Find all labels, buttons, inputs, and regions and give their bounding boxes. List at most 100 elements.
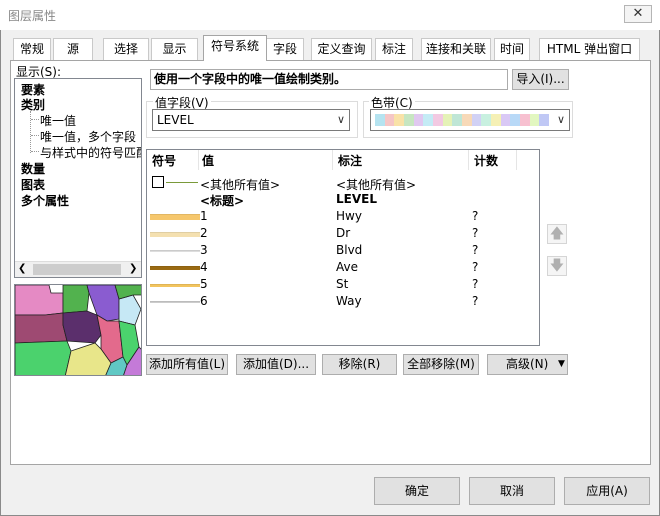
- renderer-description: 使用一个字段中的唯一值绘制类别。: [150, 69, 508, 90]
- column-header-symbol[interactable]: 符号: [152, 152, 176, 169]
- tab-html-popup[interactable]: HTML 弹出窗口: [539, 38, 640, 60]
- tab-time[interactable]: 时间: [494, 38, 530, 60]
- row-label[interactable]: Blvd: [336, 243, 362, 257]
- tree-connector: [31, 151, 39, 152]
- color-ramp-swatch: [375, 114, 550, 126]
- color-ramp-swatch-cell: [375, 114, 385, 126]
- all-other-label[interactable]: <其他所有值>: [336, 176, 416, 193]
- close-button[interactable]: ✕: [624, 5, 652, 23]
- all-other-symbol[interactable]: [166, 182, 198, 183]
- scroll-right-icon[interactable]: ❯: [129, 263, 137, 274]
- row-value[interactable]: 4: [200, 260, 208, 274]
- row-label[interactable]: Hwy: [336, 209, 362, 223]
- tree-item-categories[interactable]: 类别: [21, 96, 45, 113]
- row-value[interactable]: 2: [200, 226, 208, 240]
- column-header-value[interactable]: 值: [202, 152, 214, 169]
- move-up-button[interactable]: 🡅: [547, 224, 567, 244]
- renderer-tree[interactable]: 要素 类别 唯一值 唯一值，多个字段 与样式中的符号匹配 数量 图表 多个属性: [14, 78, 142, 278]
- row-label[interactable]: Dr: [336, 226, 350, 240]
- row-label[interactable]: Ave: [336, 260, 358, 274]
- chevron-down-icon: ∨: [336, 113, 345, 126]
- cancel-button[interactable]: 取消: [469, 477, 555, 505]
- tree-item-match-to-symbols[interactable]: 与样式中的符号匹配: [40, 144, 141, 161]
- color-ramp-swatch-cell: [481, 114, 492, 126]
- color-ramp-swatch-cell: [442, 114, 453, 126]
- column-divider: [198, 150, 199, 170]
- scroll-left-icon[interactable]: ❮: [18, 263, 26, 274]
- row-count: ?: [472, 209, 479, 223]
- row-count: ?: [472, 226, 479, 240]
- row-symbol[interactable]: [150, 301, 200, 303]
- column-divider: [332, 150, 333, 170]
- tree-item-unique-values[interactable]: 唯一值: [40, 112, 76, 129]
- row-symbol[interactable]: [150, 250, 200, 252]
- all-other-value[interactable]: <其他所有值>: [200, 176, 280, 193]
- row-value[interactable]: 1: [200, 209, 208, 223]
- add-all-values-button[interactable]: 添加所有值(L): [146, 354, 228, 375]
- tab-joins-relates[interactable]: 连接和关联: [421, 38, 491, 60]
- column-divider: [468, 150, 469, 170]
- advanced-button[interactable]: 高级(N) ▼: [487, 354, 568, 375]
- row-symbol[interactable]: [150, 214, 200, 220]
- remove-button[interactable]: 移除(R): [322, 354, 397, 375]
- value-field-value: LEVEL: [157, 113, 194, 127]
- remove-all-button[interactable]: 全部移除(M): [403, 354, 479, 375]
- row-symbol[interactable]: [150, 283, 200, 287]
- row-value[interactable]: 3: [200, 243, 208, 257]
- tree-item-unique-values-many-fields[interactable]: 唯一值，多个字段: [40, 128, 136, 145]
- tree-horizontal-scrollbar[interactable]: ❮ ❯: [15, 261, 141, 277]
- color-ramp-swatch-cell: [384, 114, 395, 126]
- color-ramp-swatch-cell: [433, 114, 443, 126]
- add-values-button[interactable]: 添加值(D)...: [236, 354, 316, 375]
- row-value[interactable]: 5: [200, 277, 208, 291]
- move-down-button[interactable]: 🡇: [547, 256, 567, 276]
- tab-general[interactable]: 常规: [13, 38, 51, 60]
- color-ramp-swatch-cell: [529, 114, 540, 126]
- row-count: ?: [472, 243, 479, 257]
- color-ramp-swatch-cell: [462, 114, 472, 126]
- heading-label[interactable]: LEVEL: [336, 192, 377, 206]
- tab-definition-query[interactable]: 定义查询: [311, 38, 372, 60]
- tab-labels[interactable]: 标注: [375, 38, 413, 60]
- tab-symbology[interactable]: 符号系统: [203, 35, 267, 61]
- row-label[interactable]: Way: [336, 294, 362, 308]
- color-ramp-swatch-cell: [423, 114, 434, 126]
- color-ramp-swatch-cell: [413, 114, 424, 126]
- row-value[interactable]: 6: [200, 294, 208, 308]
- row-symbol[interactable]: [150, 266, 200, 270]
- dialog-title: 图层属性: [8, 9, 57, 23]
- color-ramp-select[interactable]: ∨: [370, 109, 570, 131]
- dropdown-arrow-icon: ▼: [558, 359, 565, 369]
- all-other-symbol-checkbox[interactable]: [152, 176, 164, 188]
- tab-source[interactable]: 源: [53, 38, 93, 60]
- row-count: ?: [472, 294, 479, 308]
- row-symbol[interactable]: [150, 231, 200, 237]
- tab-display[interactable]: 显示: [151, 38, 198, 60]
- row-count: ?: [472, 277, 479, 291]
- import-button[interactable]: 导入(I)...: [512, 69, 569, 90]
- color-ramp-swatch-cell: [510, 114, 521, 126]
- row-label[interactable]: St: [336, 277, 348, 291]
- value-field-select[interactable]: LEVEL ∨: [152, 109, 350, 131]
- ok-button[interactable]: 确定: [374, 477, 460, 505]
- color-ramp-swatch-cell: [539, 114, 550, 126]
- row-count: ?: [472, 260, 479, 274]
- scrollbar-thumb[interactable]: [33, 264, 121, 275]
- tree-item-charts[interactable]: 图表: [21, 176, 45, 193]
- color-ramp-swatch-cell: [452, 114, 463, 126]
- title-bar: [0, 0, 660, 30]
- tree-connector: [31, 135, 39, 136]
- column-header-count[interactable]: 计数: [474, 152, 498, 169]
- color-ramp-swatch-cell: [404, 114, 414, 126]
- column-divider: [516, 150, 517, 170]
- apply-button[interactable]: 应用(A): [564, 477, 650, 505]
- preview-map-image: [14, 284, 142, 376]
- tab-selection[interactable]: 选择: [103, 38, 149, 60]
- column-header-label[interactable]: 标注: [338, 152, 362, 169]
- tree-item-quantities[interactable]: 数量: [21, 160, 45, 177]
- map-thumbnail: [15, 285, 141, 375]
- heading-value[interactable]: <标题>: [200, 192, 244, 209]
- tree-connector: [30, 111, 31, 153]
- tree-item-multiple-attributes[interactable]: 多个属性: [21, 192, 69, 209]
- tab-fields[interactable]: 字段: [266, 38, 304, 60]
